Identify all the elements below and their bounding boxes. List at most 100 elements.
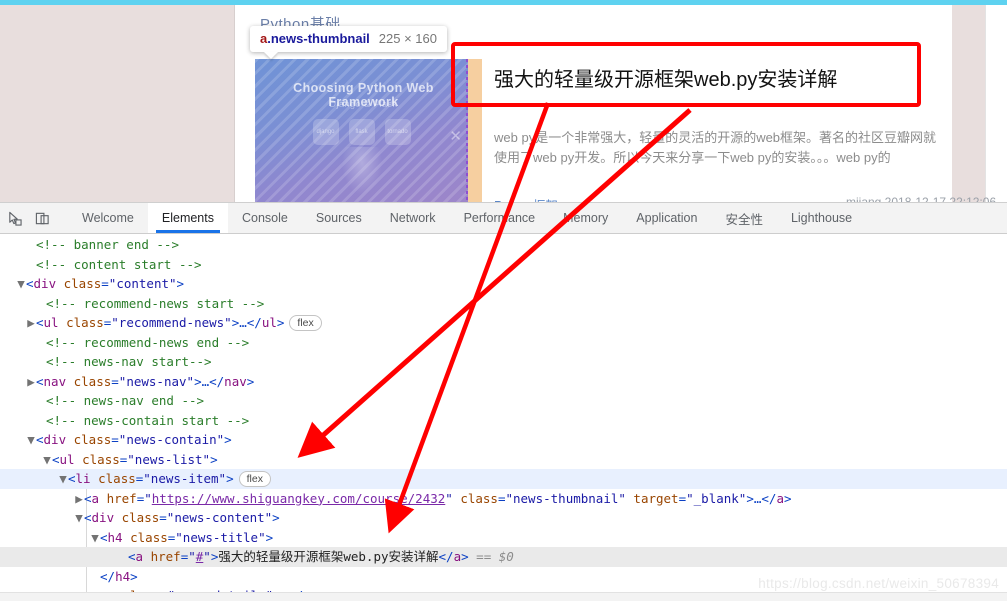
tab-welcome[interactable]: Welcome [68,203,148,233]
expand-triangle-icon[interactable]: ▼ [58,469,68,489]
dom-token: ul [43,315,59,330]
dom-node-row[interactable]: ▶<ul class="recommend-news">…</ul> flex [0,313,1007,333]
dom-token: ul [59,451,75,467]
dom-token: a [135,549,144,564]
dom-token: < [128,549,136,564]
expand-triangle-icon[interactable]: ▼ [74,508,84,528]
dom-node-row[interactable]: ▶<nav class="news-nav">…</nav> [0,372,1007,392]
dom-token: < [68,471,76,486]
dom-token: <!-- recommend-news start --> [46,295,265,311]
dom-token: div [43,432,67,447]
dom-tree-view[interactable]: <!-- banner end --> <!-- content start --… [0,234,1007,601]
dom-token: = [111,432,119,447]
dom-token: = [111,373,119,389]
dom-token: " [203,549,211,564]
dom-token: h4 [115,568,131,584]
tab-application[interactable]: Application [622,203,711,233]
dom-token: > [272,510,280,525]
django-logo-icon: django [312,119,339,145]
tab-elements[interactable]: Elements [147,203,228,233]
page-scroll-gutter [985,5,1007,202]
dom-token: == $0 [468,549,514,564]
dom-token: < [52,451,60,467]
dom-token: nav [43,373,67,389]
expand-triangle-icon[interactable]: ▼ [42,450,52,470]
dom-token: < [36,432,44,447]
dom-attribute-link[interactable]: https://www.shiguangkey.com/course/2432 [152,491,446,506]
flex-badge[interactable]: flex [238,471,271,487]
dom-node-row[interactable]: ▼<div class="content"> [0,274,1007,294]
dom-token: "news-content" [166,510,273,525]
dom-node-row[interactable]: <!-- news-contain start --> [0,411,1007,431]
collapse-triangle-icon[interactable]: ▶ [26,372,36,392]
dom-token: "recommend-news" [111,315,232,330]
devtools-panel: Welcome Elements Console Sources Network… [0,202,1007,601]
dom-token: <!-- news-contain start --> [46,412,250,428]
dom-token: target [625,490,679,506]
dom-node-row[interactable]: ▼<div class="news-contain"> [0,430,1007,450]
dom-token: class [58,315,104,330]
inspector-element-tooltip: a.news-thumbnail 225 × 160 [250,26,447,52]
dom-token: > [246,373,255,389]
dom-token: class [122,529,168,545]
dom-node-row[interactable]: <!-- recommend-news end --> [0,333,1007,353]
tab-security[interactable]: 安全性 [711,203,777,233]
dom-token: < [84,510,92,525]
dom-token: "news-title" [175,529,266,545]
dom-token: "news-contain" [118,432,225,447]
tab-console[interactable]: Console [228,203,302,233]
device-toolbar-icon[interactable] [28,203,56,233]
dom-token: <!-- recommend-news end --> [46,334,250,350]
dom-token: < [84,490,92,506]
dom-token: <!-- news-nav start--> [46,354,212,369]
dom-node-row[interactable]: <a href="#">强大的轻量级开源框架web.py安装详解</a> == … [0,547,1007,567]
dom-token: <!-- content start --> [36,256,202,272]
dom-node-row[interactable]: <!-- banner end --> [0,235,1007,255]
dom-token: a [776,490,784,506]
dom-token: > [461,549,469,564]
collapse-triangle-icon[interactable]: ▶ [26,313,36,333]
tornado-logo-icon: tornado [384,119,411,145]
dom-token: <!-- news-nav end --> [46,393,205,408]
news-title-link[interactable]: 强大的轻量级开源框架web.py安装详解 [494,63,837,92]
news-thumbnail-image[interactable]: Choosing Python Web Framework Django & F… [255,59,468,202]
dom-node-row[interactable]: <!-- news-nav start--> [0,352,1007,372]
dom-token: class [66,373,112,389]
dom-token: > [783,490,792,506]
dom-node-row[interactable]: ▼<h4 class="news-title"> [0,528,1007,548]
dom-node-row[interactable]: <!-- recommend-news start --> [0,294,1007,314]
devtools-status-bar [0,592,1007,601]
close-icon: ✕ [449,128,462,145]
tab-sources[interactable]: Sources [302,203,376,233]
dom-node-row[interactable]: <!-- news-nav end --> [0,391,1007,411]
expand-triangle-icon[interactable]: ▼ [16,274,26,294]
flex-badge[interactable]: flex [289,315,322,331]
news-category-link[interactable]: Python框架 [494,195,558,202]
dom-node-row[interactable]: ▶<a href="https://www.shiguangkey.com/co… [0,489,1007,509]
dom-token: a [91,490,100,506]
tab-memory[interactable]: Memory [549,203,622,233]
tab-lighthouse[interactable]: Lighthouse [777,203,866,233]
dom-node-row[interactable]: <!-- content start --> [0,255,1007,275]
dom-node-row[interactable]: ▼<div class="news-content"> [0,508,1007,528]
tab-performance[interactable]: Performance [450,203,550,233]
element-margin-highlight [468,59,482,202]
dom-token: "news-nav" [118,373,195,389]
collapse-triangle-icon[interactable]: ▶ [74,489,84,509]
dom-token: >…</ [231,315,262,330]
tab-network[interactable]: Network [376,203,450,233]
dom-token: > [130,568,138,584]
dom-token: < [26,276,34,291]
dom-token: " [188,549,196,564]
expand-triangle-icon[interactable]: ▼ [90,528,100,548]
page-left-gutter [0,5,235,202]
dom-node-row[interactable]: ▼<li class="news-item"> flex [0,469,1007,489]
expand-triangle-icon[interactable]: ▼ [26,430,36,450]
inspect-cursor-icon[interactable] [0,203,28,233]
dom-token: > [276,315,285,330]
dom-token: > [210,451,218,467]
thumbnail-subtitle-text: Django & Flask [329,99,398,109]
dom-node-row[interactable]: ▼<ul class="news-list"> [0,450,1007,470]
dom-token: " [445,490,453,506]
dom-token: < [100,529,108,545]
